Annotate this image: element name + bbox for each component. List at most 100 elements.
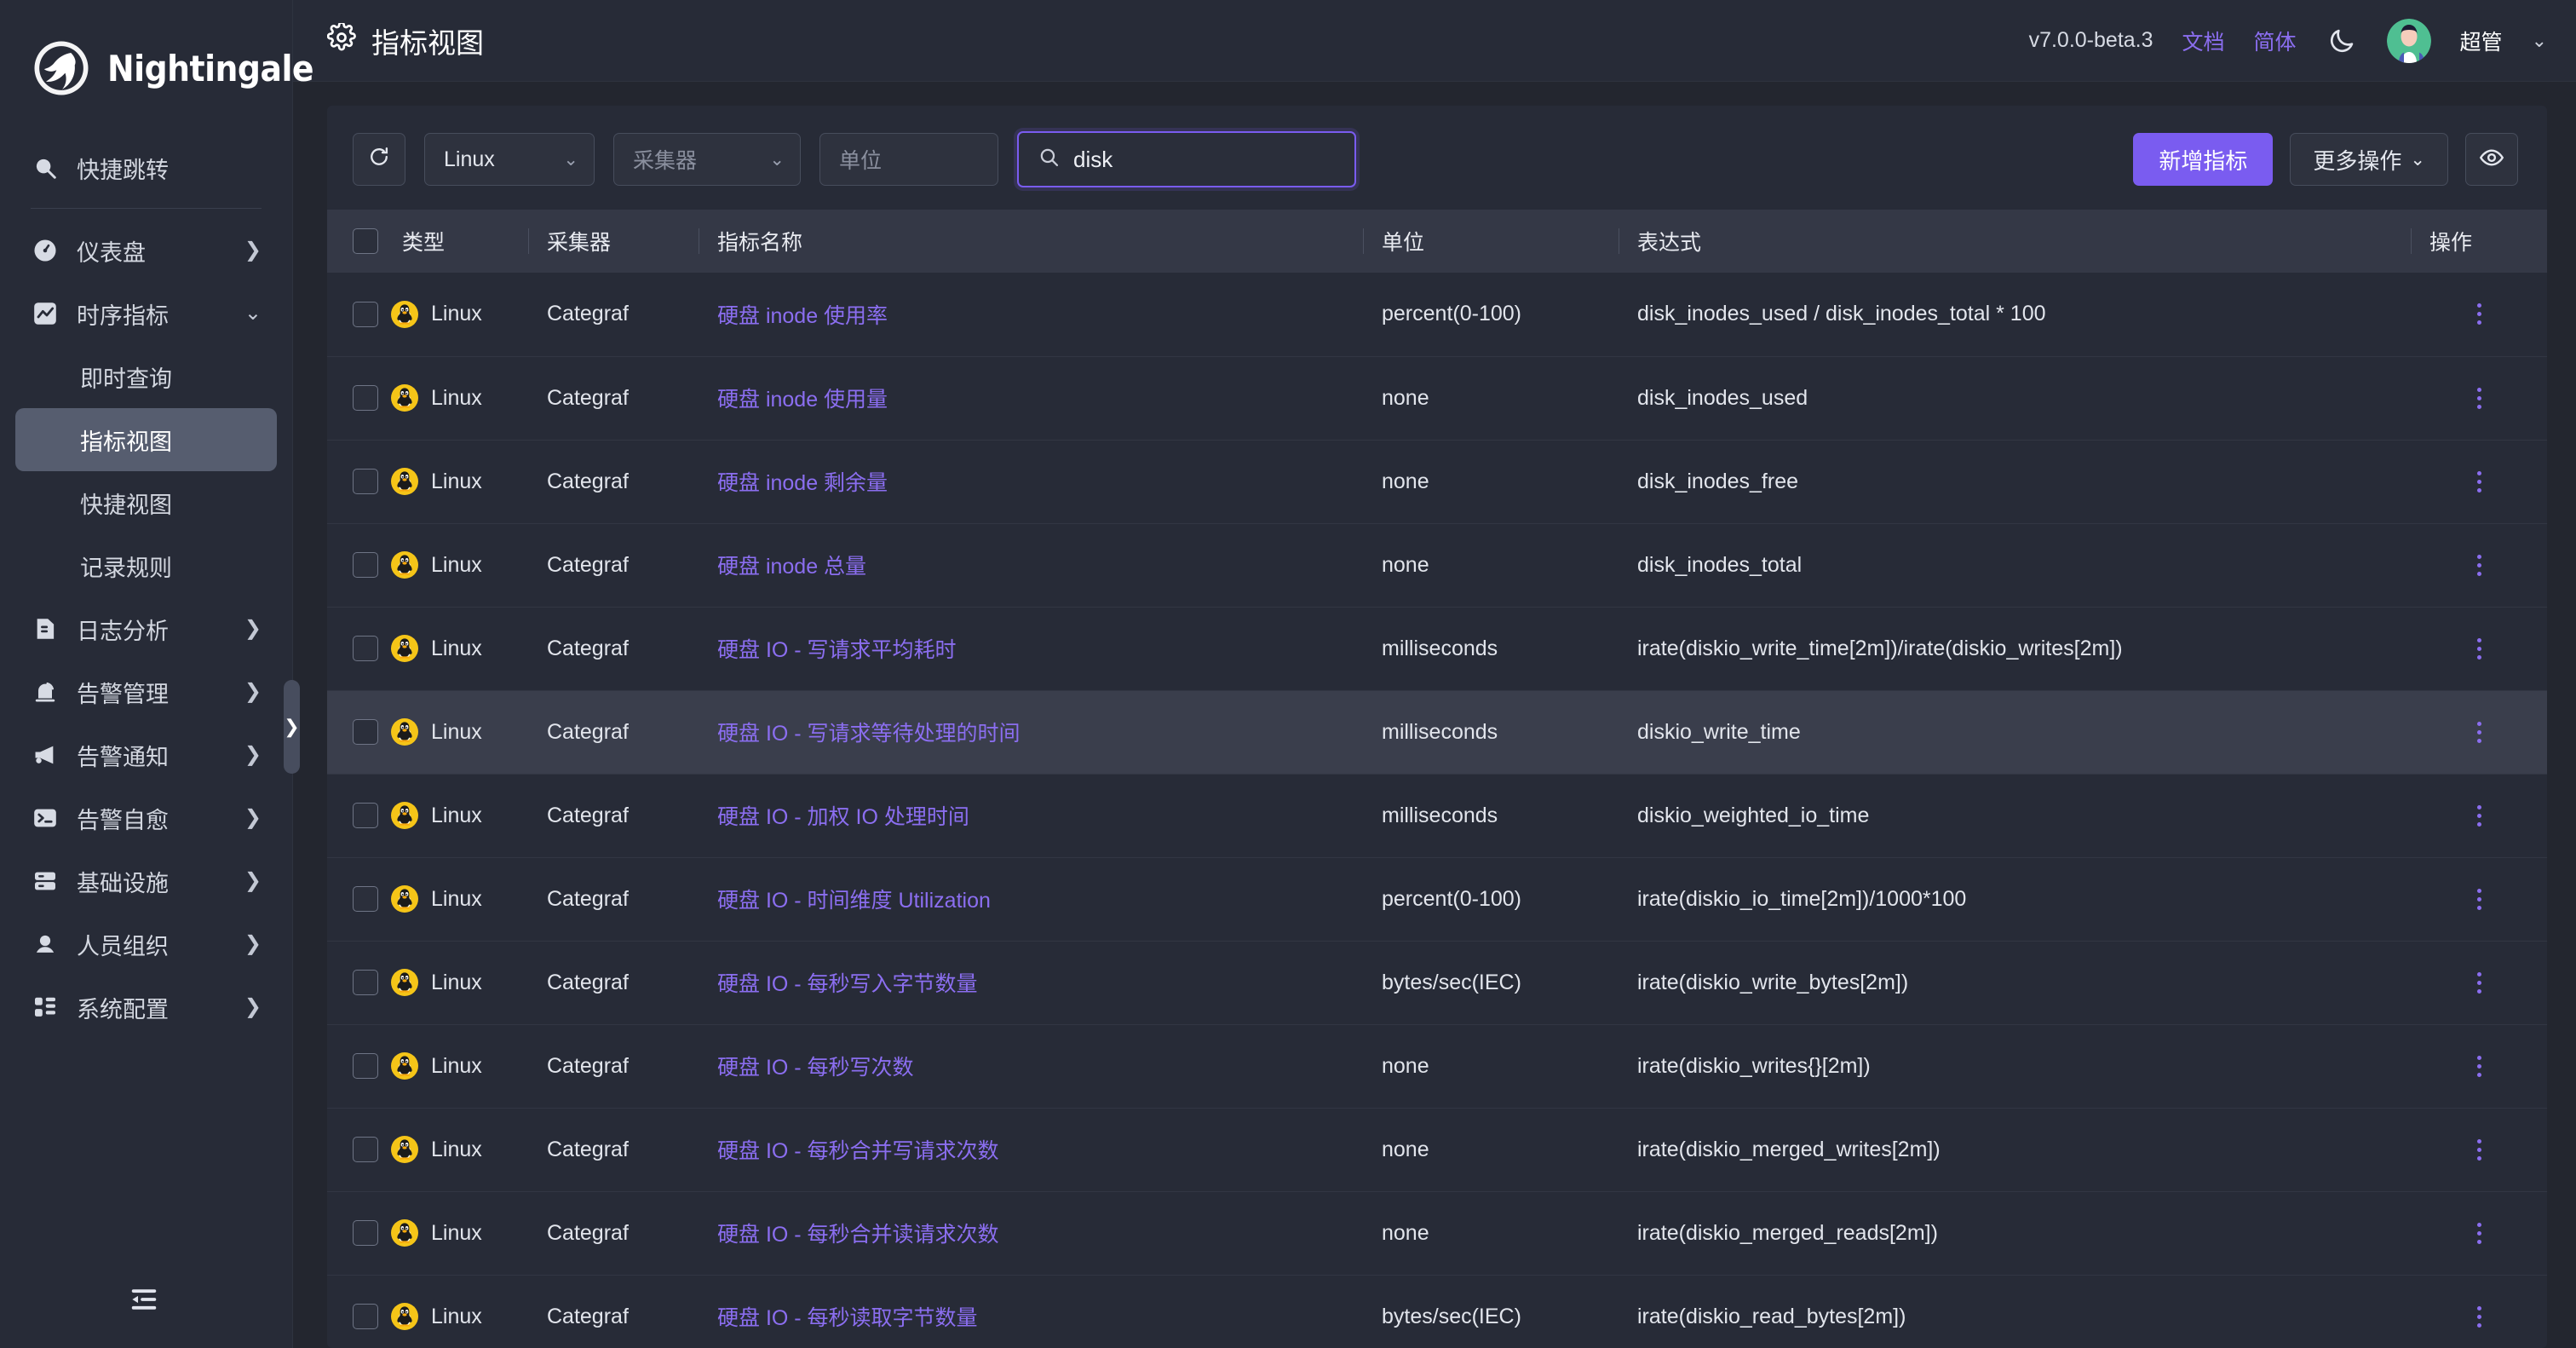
linux-tux-icon <box>390 634 419 663</box>
row-checkbox[interactable] <box>353 1053 378 1079</box>
sidebar-subitem-quick-view[interactable]: 快捷视图 <box>15 471 277 534</box>
sidebar-item-metrics[interactable]: 时序指标 ⌄ <box>15 282 277 345</box>
row-checkbox[interactable] <box>353 302 378 327</box>
add-metric-button[interactable]: 新增指标 <box>2133 133 2273 186</box>
type-select[interactable]: Linux ⌄ <box>424 133 595 186</box>
expression-text: irate(diskio_writes{}[2m]) <box>1619 1054 1871 1078</box>
table-row[interactable]: LinuxCategraf硬盘 IO - 每秒合并读请求次数noneirate(… <box>327 1191 2547 1275</box>
sidebar-collapse-handle[interactable]: ❯ <box>284 680 300 774</box>
collector-select[interactable]: 采集器 ⌄ <box>613 133 801 186</box>
row-checkbox[interactable] <box>353 385 378 411</box>
sidebar-subitem-record-rules[interactable]: 记录规则 <box>15 534 277 597</box>
table-row[interactable]: LinuxCategraf硬盘 inode 总量nonedisk_inodes_… <box>327 523 2547 607</box>
sidebar-item-quick-jump[interactable]: 快捷跳转 <box>15 136 277 199</box>
more-vertical-icon[interactable] <box>2411 388 2547 409</box>
metric-name-link[interactable]: 硬盘 IO - 每秒读取字节数量 <box>699 1306 978 1330</box>
sidebar-subitem-metric-view[interactable]: 指标视图 <box>15 408 277 471</box>
cell-expression: irate(diskio_merged_reads[2m]) <box>1619 1191 2411 1275</box>
sidebar-item-alert-management[interactable]: 告警管理 ❯ <box>15 660 277 723</box>
table-row[interactable]: LinuxCategraf硬盘 IO - 写请求等待处理的时间milliseco… <box>327 690 2547 774</box>
row-checkbox[interactable] <box>353 719 378 745</box>
more-actions-button[interactable]: 更多操作 ⌄ <box>2290 133 2448 186</box>
row-checkbox[interactable] <box>353 886 378 912</box>
metric-name-link[interactable]: 硬盘 IO - 每秒合并写请求次数 <box>699 1139 999 1163</box>
row-checkbox[interactable] <box>353 803 378 828</box>
cell-collector: Categraf <box>528 690 699 774</box>
unit-select[interactable]: 单位 <box>819 133 998 186</box>
more-vertical-icon[interactable] <box>2411 638 2547 660</box>
metric-name-link[interactable]: 硬盘 IO - 每秒写入字节数量 <box>699 972 978 996</box>
cell-unit: none <box>1363 1024 1619 1108</box>
more-vertical-icon[interactable] <box>2411 1306 2547 1328</box>
table-row[interactable]: LinuxCategraf硬盘 IO - 加权 IO 处理时间milliseco… <box>327 774 2547 857</box>
more-vertical-icon[interactable] <box>2411 972 2547 994</box>
more-vertical-icon[interactable] <box>2411 471 2547 493</box>
column-visibility-button[interactable] <box>2465 133 2518 186</box>
metric-name-link[interactable]: 硬盘 inode 使用量 <box>699 388 888 412</box>
unit-label: none <box>1363 1054 1429 1078</box>
docs-link[interactable]: 文档 <box>2182 26 2225 56</box>
row-select-cell <box>327 273 383 356</box>
metric-name-link[interactable]: 硬盘 IO - 时间维度 Utilization <box>699 889 991 913</box>
sidebar-subitem-instant-query[interactable]: 即时查询 <box>15 345 277 408</box>
language-link[interactable]: 简体 <box>2254 26 2297 56</box>
metric-name-link[interactable]: 硬盘 inode 总量 <box>699 555 866 579</box>
more-vertical-icon[interactable] <box>2411 1056 2547 1077</box>
brand-logo[interactable]: Nightingale <box>0 0 292 136</box>
table-row[interactable]: LinuxCategraf硬盘 IO - 时间维度 Utilizationper… <box>327 857 2547 941</box>
avatar[interactable] <box>2387 19 2431 63</box>
search-input[interactable] <box>1073 147 1359 173</box>
cell-collector: Categraf <box>528 941 699 1024</box>
cell-unit: percent(0-100) <box>1363 857 1619 941</box>
row-checkbox[interactable] <box>353 1220 378 1246</box>
table-row[interactable]: LinuxCategraf硬盘 IO - 每秒读取字节数量bytes/sec(I… <box>327 1275 2547 1348</box>
metric-name-link[interactable]: 硬盘 IO - 每秒合并读请求次数 <box>699 1223 999 1247</box>
more-vertical-icon[interactable] <box>2411 889 2547 910</box>
table-row[interactable]: LinuxCategraf硬盘 inode 使用率percent(0-100)d… <box>327 273 2547 356</box>
row-checkbox[interactable] <box>353 552 378 578</box>
moon-icon[interactable] <box>2326 25 2358 57</box>
table-row[interactable]: LinuxCategraf硬盘 IO - 写请求平均耗时milliseconds… <box>327 607 2547 690</box>
table-row[interactable]: LinuxCategraf硬盘 inode 剩余量nonedisk_inodes… <box>327 440 2547 523</box>
metric-name-link[interactable]: 硬盘 IO - 加权 IO 处理时间 <box>699 805 969 829</box>
row-checkbox[interactable] <box>353 1304 378 1329</box>
type-select-value: Linux <box>444 147 551 172</box>
collector-label: Categraf <box>528 887 629 911</box>
sidebar-item-dashboard[interactable]: 仪表盘 ❯ <box>15 219 277 282</box>
menu-fold-icon[interactable] <box>128 1283 160 1320</box>
metric-name-link[interactable]: 硬盘 inode 剩余量 <box>699 471 888 495</box>
row-checkbox[interactable] <box>353 970 378 995</box>
more-vertical-icon[interactable] <box>2411 1139 2547 1161</box>
metric-name-link[interactable]: 硬盘 inode 使用率 <box>699 304 888 328</box>
table-row[interactable]: LinuxCategraf硬盘 IO - 每秒合并写请求次数noneirate(… <box>327 1108 2547 1191</box>
more-vertical-icon[interactable] <box>2411 1223 2547 1244</box>
cell-collector: Categraf <box>528 440 699 523</box>
more-vertical-icon[interactable] <box>2411 722 2547 743</box>
metric-name-link[interactable]: 硬盘 IO - 每秒写次数 <box>699 1056 914 1080</box>
chevron-down-icon[interactable]: ⌄ <box>2532 30 2547 52</box>
table-row[interactable]: LinuxCategraf硬盘 IO - 每秒写次数noneirate(disk… <box>327 1024 2547 1108</box>
metric-name-link[interactable]: 硬盘 IO - 写请求平均耗时 <box>699 638 957 662</box>
sidebar-item-organization[interactable]: 人员组织 ❯ <box>15 913 277 976</box>
sidebar-item-alert-notify[interactable]: 告警通知 ❯ <box>15 723 277 786</box>
sidebar-item-alert-selfheal[interactable]: 告警自愈 ❯ <box>15 786 277 850</box>
metric-name-link[interactable]: 硬盘 IO - 写请求等待处理的时间 <box>699 722 1021 746</box>
row-checkbox[interactable] <box>353 469 378 494</box>
table-row[interactable]: LinuxCategraf硬盘 inode 使用量nonedisk_inodes… <box>327 356 2547 440</box>
select-all-checkbox[interactable] <box>353 228 378 254</box>
cell-unit: milliseconds <box>1363 690 1619 774</box>
sidebar-item-log-analysis[interactable]: 日志分析 ❯ <box>15 597 277 660</box>
more-vertical-icon[interactable] <box>2411 805 2547 827</box>
more-vertical-icon[interactable] <box>2411 555 2547 576</box>
sidebar-item-infrastructure[interactable]: 基础设施 ❯ <box>15 850 277 913</box>
filter-toolbar: Linux ⌄ 采集器 ⌄ 单位 <box>327 106 2547 210</box>
main-area: 指标视图 v7.0.0-beta.3 文档 简体 <box>293 0 2576 1348</box>
table-row[interactable]: LinuxCategraf硬盘 IO - 每秒写入字节数量bytes/sec(I… <box>327 941 2547 1024</box>
row-checkbox[interactable] <box>353 1137 378 1162</box>
search-field[interactable] <box>1017 131 1356 187</box>
refresh-button[interactable] <box>353 133 405 186</box>
user-name[interactable]: 超管 <box>2460 26 2503 56</box>
more-vertical-icon[interactable] <box>2411 303 2547 325</box>
row-checkbox[interactable] <box>353 636 378 661</box>
sidebar-item-system-config[interactable]: 系统配置 ❯ <box>15 976 277 1039</box>
